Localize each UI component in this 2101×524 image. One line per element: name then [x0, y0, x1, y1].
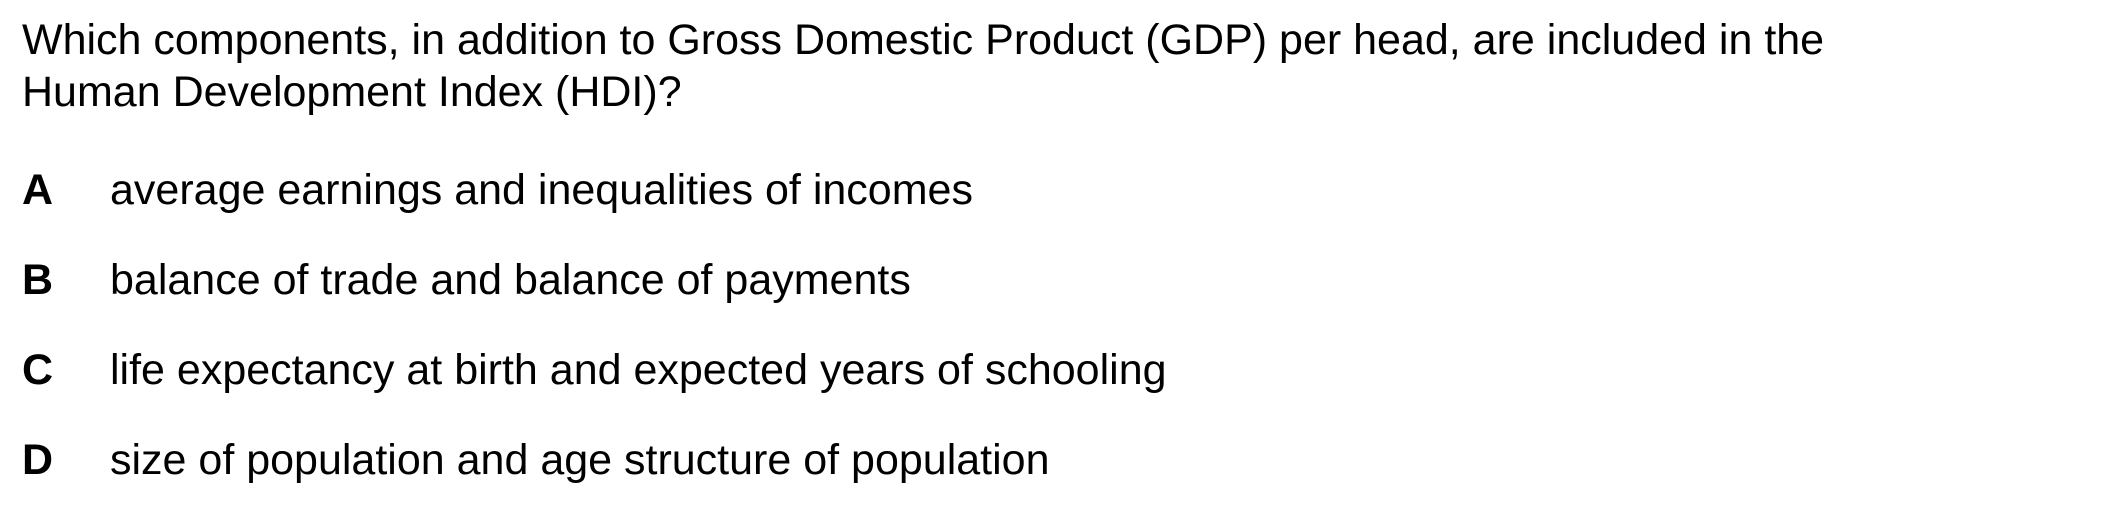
answer-options: A average earnings and inequalities of i…	[22, 164, 2082, 524]
option-c[interactable]: C life expectancy at birth and expected …	[22, 344, 2082, 434]
option-d[interactable]: D size of population and age structure o…	[22, 434, 2082, 524]
option-b[interactable]: B balance of trade and balance of paymen…	[22, 254, 2082, 344]
option-letter: C	[22, 346, 54, 394]
option-text: average earnings and inequalities of inc…	[110, 166, 973, 214]
option-letter: D	[22, 436, 54, 484]
question-line-1: Which components, in addition to Gross D…	[22, 16, 1825, 64]
option-text: balance of trade and balance of payments	[110, 256, 911, 304]
option-letter: B	[22, 256, 54, 304]
question-line-2: Human Development Index (HDI)?	[22, 68, 682, 116]
option-letter: A	[22, 166, 54, 214]
question-text: Which components, in addition to Gross D…	[22, 14, 2082, 118]
option-text: life expectancy at birth and expected ye…	[110, 346, 1167, 394]
option-a[interactable]: A average earnings and inequalities of i…	[22, 164, 2082, 254]
option-text: size of population and age structure of …	[110, 436, 1050, 484]
